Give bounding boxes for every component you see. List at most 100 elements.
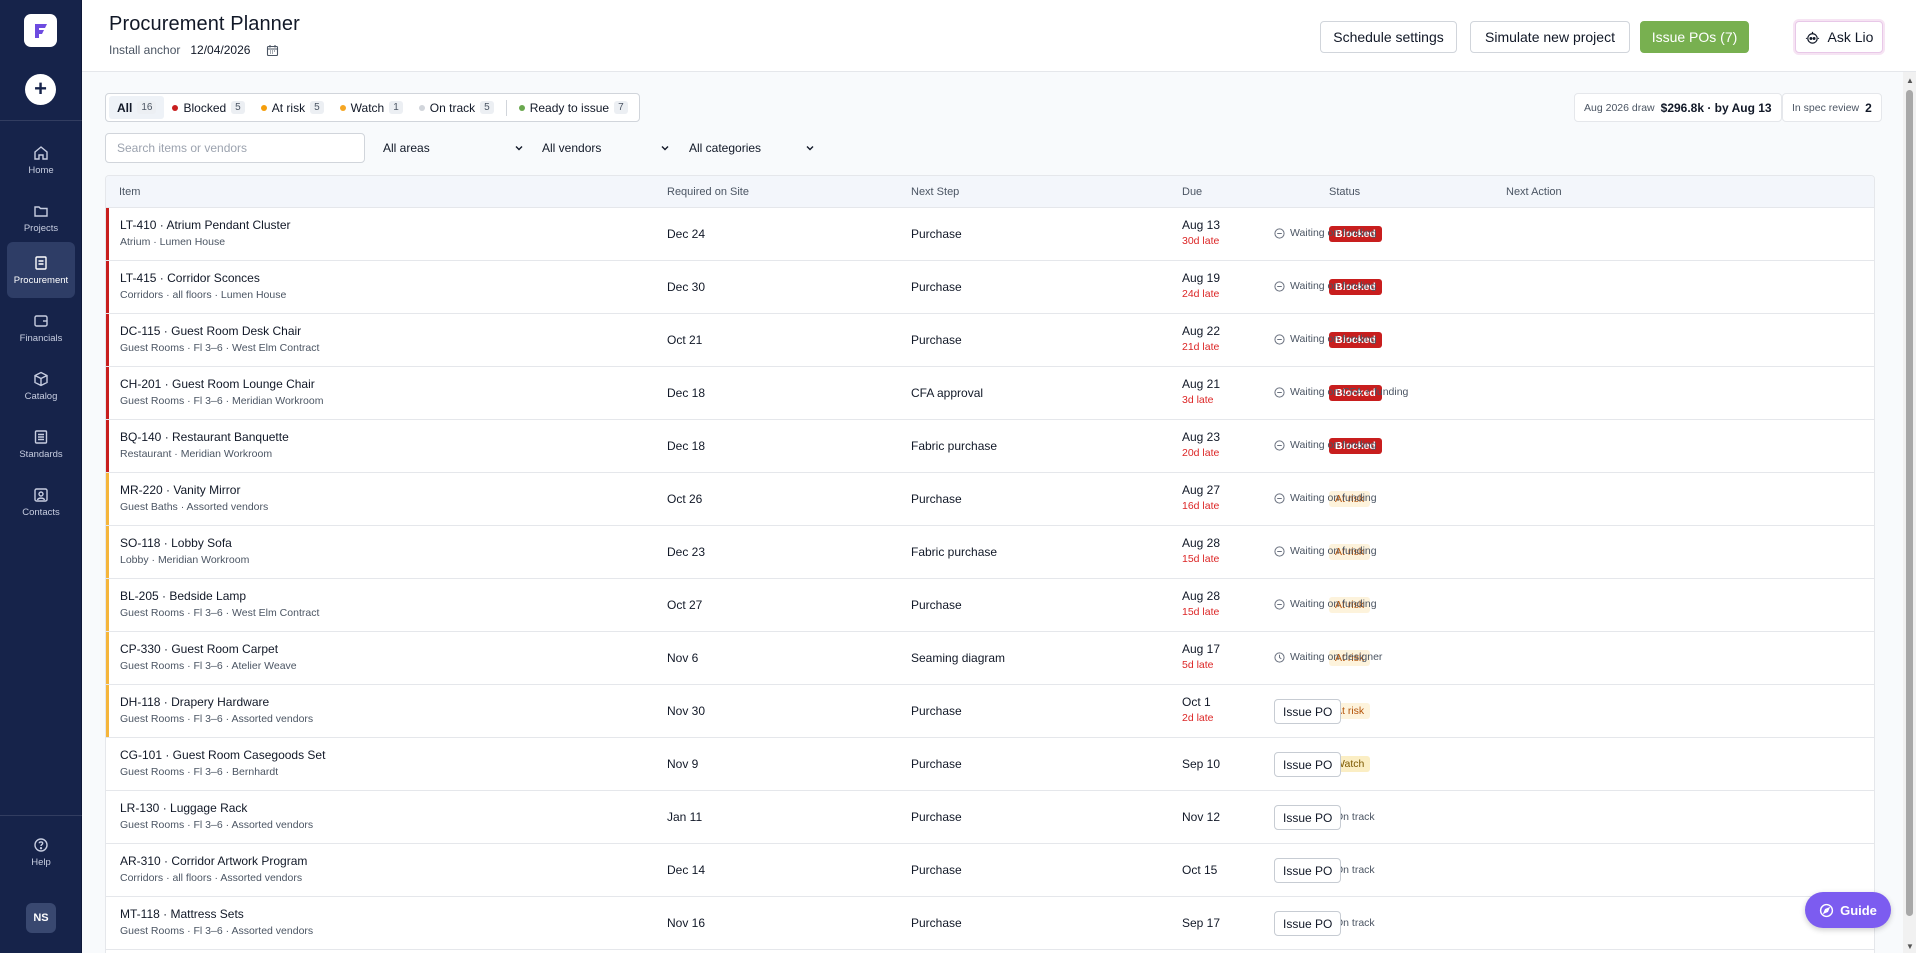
simulate-project-button[interactable]: Simulate new project — [1470, 21, 1630, 53]
main-content: All 16 Blocked 5 At risk 5 Watch 1 On tr… — [82, 72, 1903, 953]
sidebar-item-standards[interactable]: Standards — [7, 416, 75, 472]
item-name[interactable]: LT-410 · Atrium Pendant Cluster — [120, 218, 291, 232]
guide-button[interactable]: Guide — [1805, 892, 1891, 928]
vendors-dropdown[interactable]: All vendors — [542, 133, 670, 163]
filter-blocked[interactable]: Blocked 5 — [164, 96, 252, 119]
item-name[interactable]: CG-101 · Guest Room Casegoods Set — [120, 748, 325, 762]
item-name[interactable]: MT-118 · Mattress Sets — [120, 907, 244, 921]
sidebar-item-financials[interactable]: Financials — [7, 300, 75, 356]
table-row[interactable]: CP-330 · Guest Room Carpet Guest Rooms · … — [106, 632, 1874, 685]
table-row[interactable]: LT-415 · Corridor Sconces Corridors · all… — [106, 261, 1874, 314]
categories-dropdown[interactable]: All categories — [689, 133, 815, 163]
document-icon — [35, 255, 47, 270]
required-on-site: Dec 18 — [667, 386, 706, 400]
table-row[interactable]: MR-220 · Vanity Mirror Guest Baths · Asso… — [106, 473, 1874, 526]
schedule-settings-button[interactable]: Schedule settings — [1320, 21, 1457, 53]
install-anchor-date[interactable]: 12/04/2026 — [190, 43, 250, 57]
minus-circle-icon — [1274, 545, 1285, 557]
issue-po-button[interactable]: Issue PO — [1274, 752, 1342, 777]
scroll-up-icon[interactable]: ▲ — [1906, 76, 1914, 85]
sidebar-item-help[interactable]: Help — [7, 824, 75, 880]
issue-po-button[interactable]: Issue PO — [1274, 805, 1342, 830]
app-logo[interactable] — [24, 14, 57, 47]
item-name[interactable]: DC-115 · Guest Room Desk Chair — [120, 324, 301, 338]
status-indicator-bar — [106, 208, 109, 260]
sidebar-item-catalog[interactable]: Catalog — [7, 358, 75, 414]
column-header-next-step[interactable]: Next Step — [911, 186, 959, 198]
sidebar-item-label: Procurement — [13, 274, 69, 286]
next-action-text: Waiting on funding — [1290, 439, 1377, 451]
table-row[interactable]: BQ-140 · Restaurant Banquette Restaurant … — [106, 420, 1874, 473]
item-name[interactable]: LR-130 · Luggage Rack — [120, 801, 247, 815]
column-header-next-action[interactable]: Next Action — [1506, 186, 1562, 198]
sidebar-item-contacts[interactable]: Contacts — [7, 474, 75, 530]
item-name[interactable]: BQ-140 · Restaurant Banquette — [120, 430, 289, 444]
filter-watch[interactable]: Watch 1 — [332, 96, 411, 119]
scrollbar-thumb[interactable] — [1906, 90, 1913, 916]
table-row[interactable]: SO-118 · Lobby Sofa Lobby · Meridian Work… — [106, 526, 1874, 579]
issue-po-button[interactable]: Issue PO — [1274, 699, 1342, 724]
next-step: Fabric purchase — [911, 545, 998, 559]
filter-all[interactable]: All 16 — [109, 96, 165, 119]
page-title: Procurement Planner — [109, 13, 300, 35]
item-name[interactable]: SO-118 · Lobby Sofa — [120, 536, 232, 550]
item-name[interactable]: CP-330 · Guest Room Carpet — [120, 642, 278, 656]
item-name[interactable]: AR-310 · Corridor Artwork Program — [120, 854, 307, 868]
issue-pos-button[interactable]: Issue POs (7) — [1640, 21, 1749, 53]
table-row[interactable]: DH-118 · Drapery Hardware Guest Rooms · F… — [106, 685, 1874, 738]
scroll-down-icon[interactable]: ▼ — [1906, 942, 1914, 951]
next-step: Purchase — [911, 810, 962, 824]
spec-review-stat[interactable]: In spec review 2 — [1782, 93, 1882, 122]
item-name[interactable]: MR-220 · Vanity Mirror — [120, 483, 240, 497]
search-input[interactable] — [105, 133, 365, 163]
column-header-due[interactable]: Due — [1182, 186, 1202, 198]
minus-circle-icon — [1274, 386, 1285, 398]
table-row[interactable]: MT-118 · Mattress Sets Guest Rooms · Fl 3… — [106, 897, 1874, 950]
chevron-down-icon — [661, 146, 669, 151]
sidebar-item-projects[interactable]: Projects — [7, 190, 75, 246]
table-row[interactable]: CG-101 · Guest Room Casegoods Set Guest R… — [106, 738, 1874, 791]
column-header-required[interactable]: Required on Site — [667, 186, 749, 198]
column-header-item[interactable]: Item — [119, 186, 140, 198]
table-row[interactable]: DC-115 · Guest Room Desk Chair Guest Room… — [106, 314, 1874, 367]
issue-po-button[interactable]: Issue PO — [1274, 911, 1342, 936]
ask-lio-button[interactable]: Ask Lio — [1795, 21, 1883, 53]
filter-at-risk[interactable]: At risk 5 — [253, 96, 332, 119]
areas-dropdown[interactable]: All areas — [383, 133, 524, 163]
item-name[interactable]: LT-415 · Corridor Sconces — [120, 271, 260, 285]
next-action-text: Waiting on funding — [1290, 227, 1377, 239]
next-step: Purchase — [911, 704, 962, 718]
table-row[interactable]: AR-310 · Corridor Artwork Program Corrido… — [106, 844, 1874, 897]
robot-icon — [1805, 31, 1819, 44]
item-name[interactable]: DH-118 · Drapery Hardware — [120, 695, 269, 709]
contacts-icon — [34, 487, 48, 502]
item-location: Guest Rooms · Fl 3–6 · Atelier Weave — [120, 660, 297, 672]
page-scrollbar[interactable]: ▲ ▼ — [1903, 72, 1916, 953]
due-date: Aug 13 — [1182, 218, 1221, 232]
due-date: Oct 15 — [1182, 863, 1218, 877]
procurement-table: Item Required on Site Next Step Due Stat… — [105, 175, 1875, 953]
column-header-status[interactable]: Status — [1329, 186, 1360, 198]
next-step: Purchase — [911, 916, 962, 930]
filter-ready-to-issue[interactable]: Ready to issue 7 — [511, 96, 636, 119]
add-button[interactable]: + — [25, 74, 56, 105]
next-action-text: Waiting on funding — [1290, 492, 1377, 504]
table-row[interactable]: LT-410 · Atrium Pendant Cluster Atrium · … — [106, 208, 1874, 261]
table-row[interactable]: LR-130 · Luggage Rack Guest Rooms · Fl 3–… — [106, 791, 1874, 844]
item-name[interactable]: CH-201 · Guest Room Lounge Chair — [120, 377, 315, 391]
table-row[interactable]: BL-205 · Bedside Lamp Guest Rooms · Fl 3–… — [106, 579, 1874, 632]
issue-po-button[interactable]: Issue PO — [1274, 858, 1342, 883]
status-indicator-bar — [106, 579, 109, 631]
calendar-icon[interactable] — [266, 44, 279, 57]
minus-circle-icon — [1274, 333, 1285, 345]
sidebar-item-procurement[interactable]: Procurement — [7, 242, 75, 298]
draw-stat[interactable]: Aug 2026 draw $296.8k · by Aug 13 — [1574, 93, 1782, 122]
sidebar-item-home[interactable]: Home — [7, 132, 75, 188]
filter-on-track[interactable]: On track 5 — [411, 96, 502, 119]
avatar[interactable]: NS — [26, 903, 56, 933]
table-row[interactable]: CH-201 · Guest Room Lounge Chair Guest Ro… — [106, 367, 1874, 420]
item-name[interactable]: BL-205 · Bedside Lamp — [120, 589, 246, 603]
next-action: Waiting on funding — [1274, 492, 1377, 504]
late-indicator: 24d late — [1182, 288, 1220, 300]
next-step: CFA approval — [911, 386, 984, 400]
